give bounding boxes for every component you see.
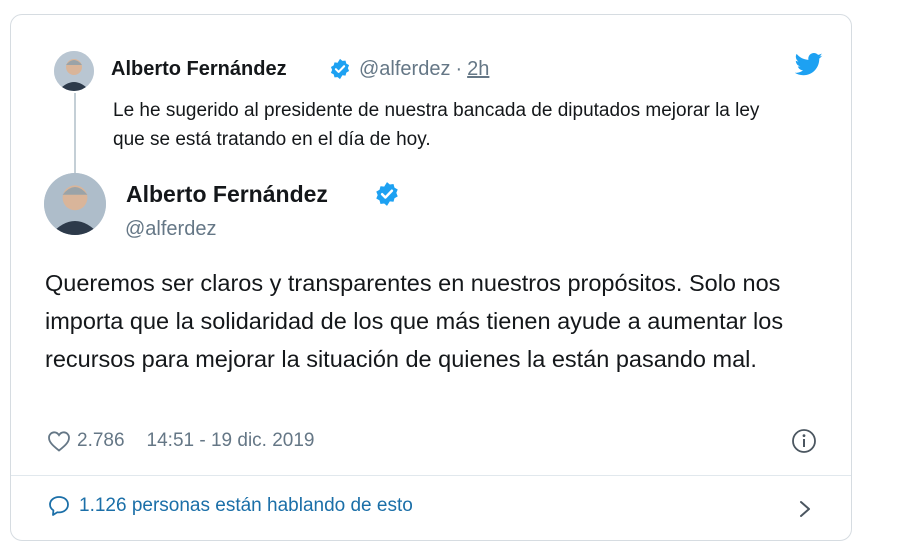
tweet-meta-row: 2.786 14:51 - 19 dic. 2019 — [47, 428, 315, 454]
quoted-handle-line: @alferdez · 2h — [359, 58, 489, 81]
tweet-timestamp[interactable]: 14:51 - 19 dic. 2019 — [147, 430, 315, 452]
quoted-tweet-text: Le he sugerido al presidente de nuestra … — [113, 100, 760, 150]
like-count[interactable]: 2.786 — [77, 430, 125, 452]
main-author-name[interactable]: Alberto Fernández — [126, 181, 328, 208]
quoted-author-name[interactable]: Alberto Fernández — [111, 58, 287, 81]
comment-icon — [47, 494, 71, 518]
main-tweet-text: Queremos ser claros y transparentes en n… — [45, 270, 784, 372]
verified-badge-icon — [329, 58, 351, 80]
verified-badge-icon — [374, 181, 400, 207]
divider — [11, 475, 851, 476]
tweet-embed-card: Alberto Fernández @alferdez · 2h Le he sug… — [10, 14, 852, 541]
chevron-right-icon[interactable] — [798, 499, 812, 519]
quoted-handle[interactable]: @alferdez — [359, 58, 450, 80]
separator-dot: · — [455, 58, 463, 80]
thread-connector-line — [74, 93, 76, 185]
conversation-link[interactable]: 1.126 personas están hablando de esto — [47, 494, 413, 518]
conversation-label[interactable]: 1.126 personas están hablando de esto — [79, 495, 413, 517]
quoted-time-link[interactable]: 2h — [467, 58, 489, 80]
twitter-bird-icon[interactable] — [794, 53, 823, 77]
quoted-avatar[interactable] — [54, 51, 94, 91]
main-avatar[interactable] — [44, 173, 106, 235]
info-icon[interactable] — [791, 428, 817, 454]
main-handle[interactable]: @alferdez — [125, 218, 216, 241]
heart-icon[interactable] — [47, 430, 71, 452]
